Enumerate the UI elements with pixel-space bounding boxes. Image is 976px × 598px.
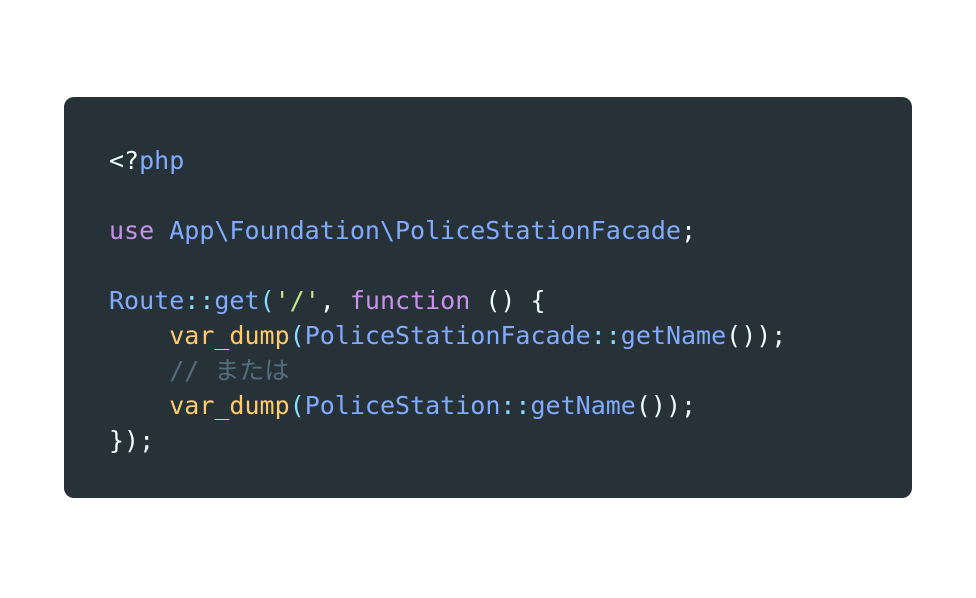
code-token-punct: ::	[590, 321, 621, 350]
code-block: <?php​use App\Foundation\PoliceStationFa…	[109, 143, 786, 458]
code-token-punct: ::	[184, 286, 215, 315]
code-token-string: '/'	[274, 286, 320, 315]
code-line: var_dump(PoliceStation::getName());	[109, 388, 786, 423]
code-token-plain: <?	[109, 146, 140, 175]
code-token-keyword: use	[109, 216, 155, 245]
code-token-class: PoliceStationFacade	[304, 321, 591, 350]
code-token-func: getName	[530, 391, 636, 420]
code-token-class: App\Foundation\PoliceStationFacade	[169, 216, 681, 245]
code-token-class: PoliceStation	[304, 391, 501, 420]
code-line: Route::get('/', function () {	[109, 283, 786, 318]
code-token-plain: () {	[470, 286, 546, 315]
code-token-plain: ;	[680, 216, 697, 245]
code-line: <?php	[109, 143, 786, 178]
code-snippet-card: <?php​use App\Foundation\PoliceStationFa…	[64, 97, 912, 498]
code-token-plain: });	[109, 426, 155, 455]
code-line: // または	[109, 353, 786, 388]
code-token-class: php	[139, 146, 185, 175]
code-token-punct: ::	[500, 391, 531, 420]
code-token-keyword: function	[349, 286, 471, 315]
code-token-builtin: var_dump	[169, 391, 290, 420]
code-token-punct: (	[289, 321, 305, 350]
code-line: var_dump(PoliceStationFacade::getName())…	[109, 318, 786, 353]
code-line: use App\Foundation\PoliceStationFacade;	[109, 213, 786, 248]
code-line: });	[109, 423, 786, 458]
code-token-comment: // または	[169, 356, 290, 385]
code-token-plain: ());	[726, 321, 787, 350]
code-token-func: getName	[620, 321, 727, 350]
code-line: ​	[109, 248, 786, 283]
code-token-class: Route	[109, 286, 185, 315]
code-line: ​	[109, 178, 786, 213]
code-token-punct: (	[259, 286, 275, 315]
code-token-punct: (	[289, 391, 305, 420]
code-token-builtin: var_dump	[169, 321, 290, 350]
code-token-plain: ,	[319, 286, 350, 315]
code-token-plain: ());	[635, 391, 697, 420]
code-token-func: get	[214, 286, 260, 315]
